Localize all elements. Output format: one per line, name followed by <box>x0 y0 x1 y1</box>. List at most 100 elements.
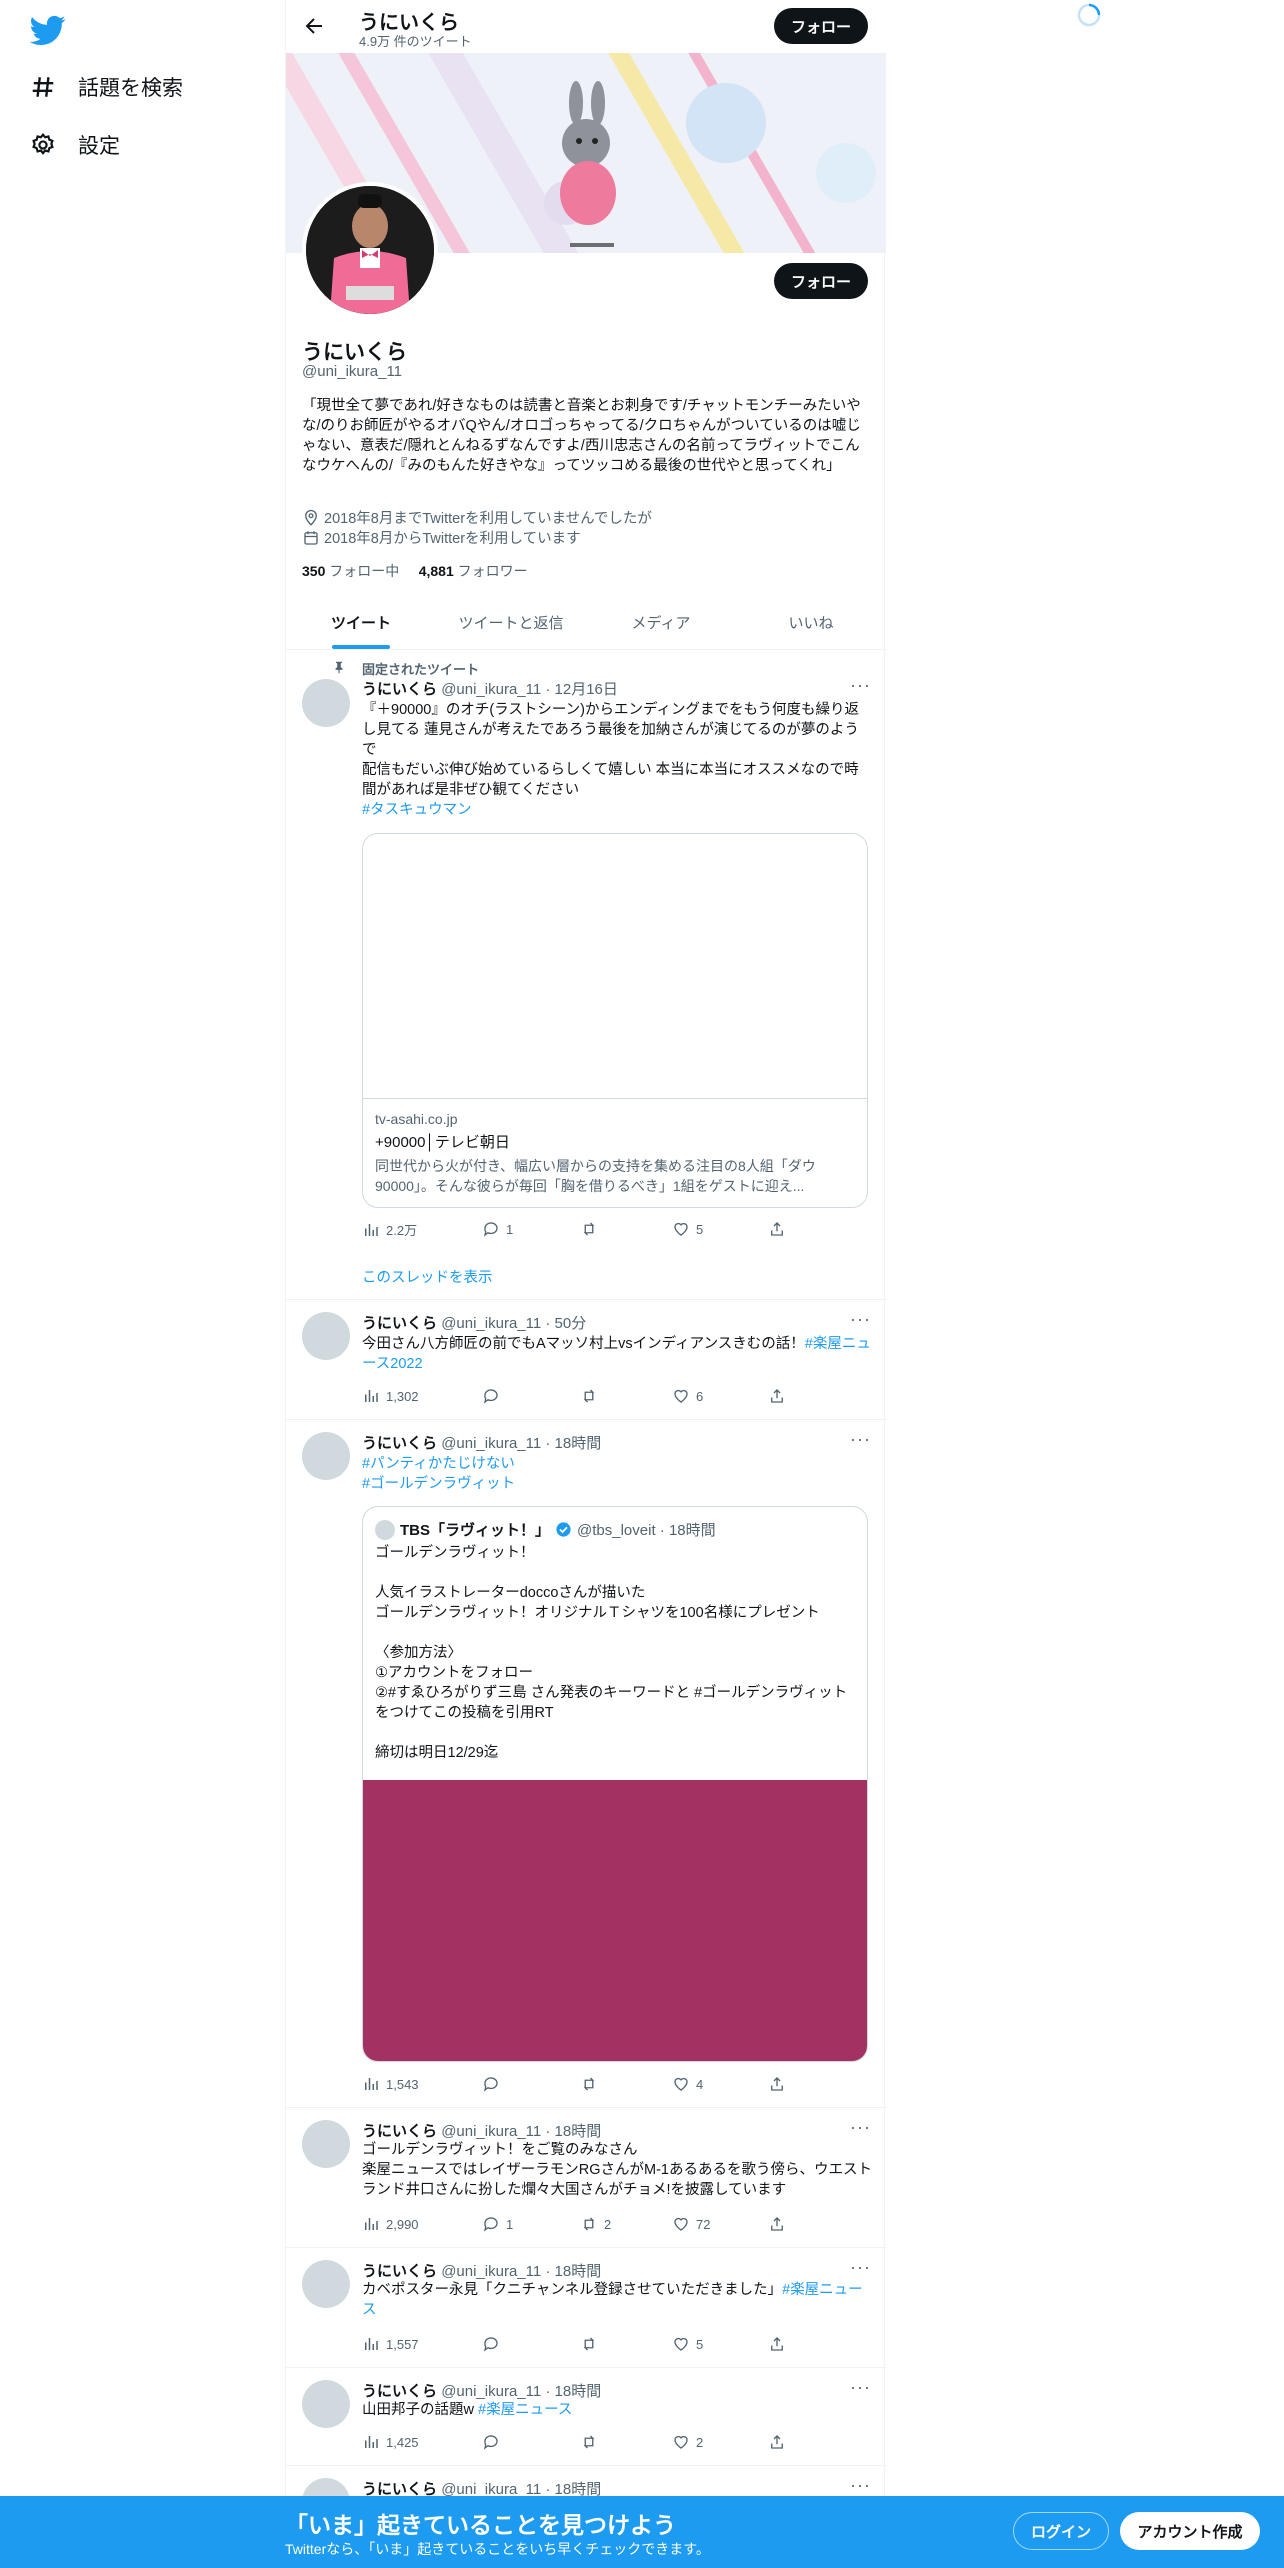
hashtag-link[interactable]: #パンティかたじけない <box>362 1454 872 1474</box>
topbar-follow-button[interactable]: フォロー <box>774 8 868 44</box>
reply-button[interactable]: 1 <box>482 2215 513 2233</box>
more-options-icon[interactable]: ··· <box>850 1430 870 1454</box>
tweet-avatar[interactable] <box>302 2260 350 2308</box>
tweet-header: うにいくら @uni_ikura_11 · 18時間 <box>362 1432 601 1453</box>
signup-prompt-bar: 「いま」起きていることを見つけよう Twitterなら、「いま」起きていることを… <box>0 2496 1284 2568</box>
tweet-avatar[interactable] <box>302 2380 350 2428</box>
tweet-author-name[interactable]: うにいくら <box>362 2263 437 2280</box>
back-arrow-icon[interactable] <box>302 14 326 38</box>
views-button[interactable]: 1,425 <box>362 2433 419 2451</box>
followers-count: 4,881 <box>418 563 454 579</box>
reply-button[interactable]: 1 <box>482 1220 513 1238</box>
like-count: 2 <box>696 2434 704 2450</box>
login-button[interactable]: ログイン <box>1013 2512 1109 2550</box>
tab-tweets-replies[interactable]: ツイートと返信 <box>436 597 586 649</box>
share-button[interactable] <box>768 2335 786 2353</box>
tweet-item[interactable]: うにいくら @uni_ikura_11 · 18時間 ··· #パンティかたじけ… <box>286 1420 886 2108</box>
tweet-item[interactable]: うにいくら @uni_ikura_11 · 18時間 ··· ゴールデンラヴィッ… <box>286 2108 886 2248</box>
pin-icon <box>335 661 343 674</box>
retweet-button[interactable] <box>580 2075 604 2093</box>
tweet-author-name[interactable]: うにいくら <box>362 2383 437 2400</box>
tweet-item[interactable]: うにいくら @uni_ikura_11 · 50分 ··· 今田さん八方師匠の前… <box>286 1300 886 1420</box>
nav-settings[interactable]: 設定 <box>30 130 120 160</box>
views-button[interactable]: 2,990 <box>362 2215 419 2233</box>
tweet-avatar[interactable] <box>302 1312 350 1360</box>
like-button[interactable]: 2 <box>672 2433 703 2451</box>
like-button[interactable]: 72 <box>672 2215 710 2233</box>
reply-button[interactable] <box>482 2335 506 2353</box>
share-button[interactable] <box>768 1220 786 1238</box>
retweet-button[interactable] <box>580 2433 604 2451</box>
views-button[interactable]: 2.2万 <box>362 1220 417 1239</box>
tweet-author-name[interactable]: うにいくら <box>362 681 437 698</box>
share-button[interactable] <box>768 2075 786 2093</box>
show-thread-link[interactable]: このスレッドを表示 <box>362 1266 493 1287</box>
like-button[interactable]: 4 <box>672 2075 703 2093</box>
tweet-text: 『＋90000』のオチ(ラストシーン)からエンディングまでをもう何度も繰り返し見… <box>362 700 872 820</box>
views-button[interactable]: 1,543 <box>362 2075 419 2093</box>
profile-avatar[interactable] <box>302 182 438 318</box>
tweet-handle-time[interactable]: @uni_ikura_11 · 12月16日 <box>441 681 618 698</box>
share-button[interactable] <box>768 2433 786 2451</box>
tweet-handle-time[interactable]: @uni_ikura_11 · 18時間 <box>441 2123 601 2140</box>
views-button[interactable]: 1,557 <box>362 2335 419 2353</box>
tab-likes[interactable]: いいね <box>736 597 886 649</box>
retweet-button[interactable] <box>580 1220 604 1238</box>
pinned-label: 固定されたツイート <box>362 662 480 677</box>
retweet-button[interactable]: 2 <box>580 2215 611 2233</box>
hashtag-link[interactable]: #楽屋ニュース <box>478 2402 572 2418</box>
like-button[interactable]: 6 <box>672 1387 703 1405</box>
retweet-button[interactable] <box>580 2335 604 2353</box>
views-count: 1,302 <box>386 1388 419 1404</box>
more-options-icon[interactable]: ··· <box>850 2258 870 2282</box>
share-button[interactable] <box>768 1387 786 1405</box>
views-chart-icon <box>365 2436 378 2448</box>
reply-icon <box>483 2217 498 2232</box>
link-card[interactable]: tv-asahi.co.jp +90000│テレビ朝日 同世代から火が付き、幅広… <box>362 833 868 1208</box>
tweet-item[interactable]: うにいくら @uni_ikura_11 · 18時間 ··· 山田邦子の話題w … <box>286 2368 886 2466</box>
tab-media[interactable]: メディア <box>586 597 736 649</box>
tweet-handle-time[interactable]: @uni_ikura_11 · 18時間 <box>441 2263 601 2280</box>
tweet-avatar[interactable] <box>302 679 350 727</box>
tweet-handle-time[interactable]: @uni_ikura_11 · 18時間 <box>441 1435 601 1452</box>
profile-handle: @uni_ikura_11 <box>302 363 403 380</box>
hashtag-link[interactable]: #タスキュウマン <box>362 802 472 818</box>
tab-tweets[interactable]: ツイート <box>286 597 436 649</box>
like-button[interactable]: 5 <box>672 2335 703 2353</box>
topbar-tweet-count: 4.9万 件のツイート <box>359 34 472 49</box>
nav-explore[interactable]: 話題を検索 <box>30 72 183 102</box>
tweet-item[interactable]: 固定されたツイート うにいくら @uni_ikura_11 · 12月16日 ·… <box>286 650 886 1300</box>
tweet-handle-time[interactable]: @uni_ikura_11 · 18時間 <box>441 2383 601 2400</box>
tweet-author-name[interactable]: うにいくら <box>362 1315 437 1332</box>
tweet-handle-time[interactable]: @uni_ikura_11 · 50分 <box>441 1315 586 1332</box>
tweet-avatar[interactable] <box>302 2120 350 2168</box>
reply-button[interactable] <box>482 2075 506 2093</box>
reply-button[interactable] <box>482 2433 506 2451</box>
views-button[interactable]: 1,302 <box>362 1387 419 1405</box>
signup-button[interactable]: アカウント作成 <box>1120 2512 1260 2550</box>
tweet-item[interactable]: うにいくら @uni_ikura_11 · 18時間 ··· カベポスター永見「… <box>286 2248 886 2368</box>
tweet-author-name[interactable]: うにいくら <box>362 2123 437 2140</box>
more-options-icon[interactable]: ··· <box>850 676 870 700</box>
tweet-actions: 2.2万 1 5 <box>362 1220 802 1240</box>
quoted-tweet[interactable]: TBS「ラヴィット！」 @tbs_loveit · 18時間 ゴールデンラヴィッ… <box>362 1506 868 2062</box>
tweet-avatar[interactable] <box>302 1432 350 1480</box>
profile-name: うにいくら <box>302 341 407 364</box>
retweet-button[interactable] <box>580 1387 604 1405</box>
quoted-tweet-media[interactable] <box>363 1780 867 2061</box>
followers-link[interactable]: 4,881 フォロワー <box>419 563 528 579</box>
tweet-header: うにいくら @uni_ikura_11 · 18時間 <box>362 2260 601 2281</box>
profile-topbar: うにいくら 4.9万 件のツイート フォロー <box>286 0 886 53</box>
more-options-icon[interactable]: ··· <box>850 1310 870 1334</box>
share-button[interactable] <box>768 2215 786 2233</box>
tweet-author-name[interactable]: うにいくら <box>362 1435 437 1452</box>
profile-follow-button[interactable]: フォロー <box>774 263 868 299</box>
twitter-logo-icon[interactable] <box>30 12 66 48</box>
like-button[interactable]: 5 <box>672 1220 703 1238</box>
hashtag-link[interactable]: #ゴールデンラヴィット <box>362 1474 872 1494</box>
more-options-icon[interactable]: ··· <box>850 2378 870 2402</box>
following-link[interactable]: 350 フォロー中 <box>302 563 399 579</box>
views-chart-icon <box>365 2338 378 2350</box>
reply-button[interactable] <box>482 1387 506 1405</box>
more-options-icon[interactable]: ··· <box>850 2118 870 2142</box>
